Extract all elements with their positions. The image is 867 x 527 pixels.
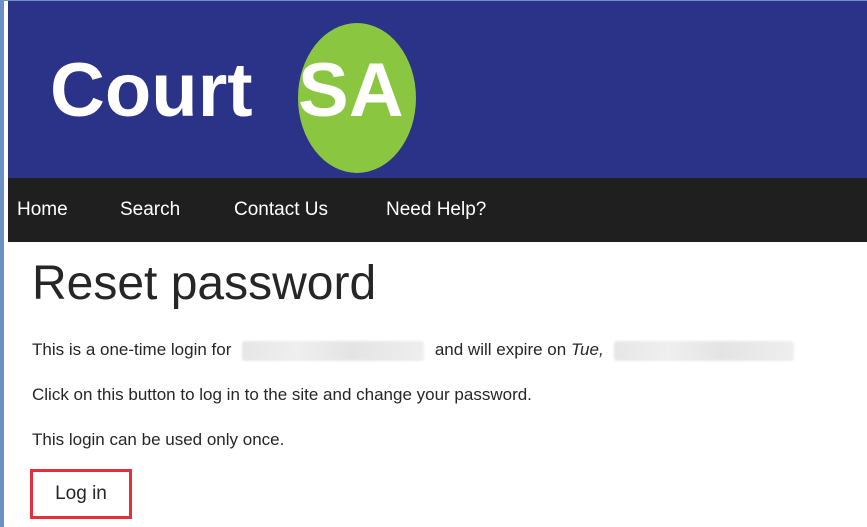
- login-button-highlight: Log in: [30, 469, 132, 519]
- login-info-line: This is a one-time login for and will ex…: [32, 339, 795, 361]
- instruction-line: Click on this button to log in to the si…: [32, 385, 532, 404]
- logo-text-sa: SA: [298, 48, 404, 133]
- redacted-expiry-date: [614, 340, 795, 361]
- nav-item-need-help[interactable]: Need Help?: [386, 198, 486, 222]
- redacted-email: [242, 340, 425, 361]
- nav-item-search[interactable]: Search: [120, 198, 180, 222]
- site-header: Court SA: [8, 1, 867, 178]
- page-title: Reset password: [32, 257, 377, 310]
- log-in-button[interactable]: Log in: [36, 475, 126, 513]
- login-info-prefix: This is a one-time login for: [32, 340, 232, 359]
- nav-item-contact-us[interactable]: Contact Us: [234, 198, 328, 222]
- courtsa-logo[interactable]: Court SA: [50, 19, 430, 173]
- expiry-day: Tue,: [570, 340, 604, 359]
- login-info-middle: and will expire on: [434, 340, 567, 359]
- browser-viewport: Court SA Home Search Contact Us Need Hel…: [0, 0, 867, 527]
- logo-text-court: Court: [50, 48, 253, 133]
- nav-item-home[interactable]: Home: [17, 198, 68, 222]
- main-navigation: Home Search Contact Us Need Help?: [8, 178, 867, 242]
- usage-note-line: This login can be used only once.: [32, 430, 285, 449]
